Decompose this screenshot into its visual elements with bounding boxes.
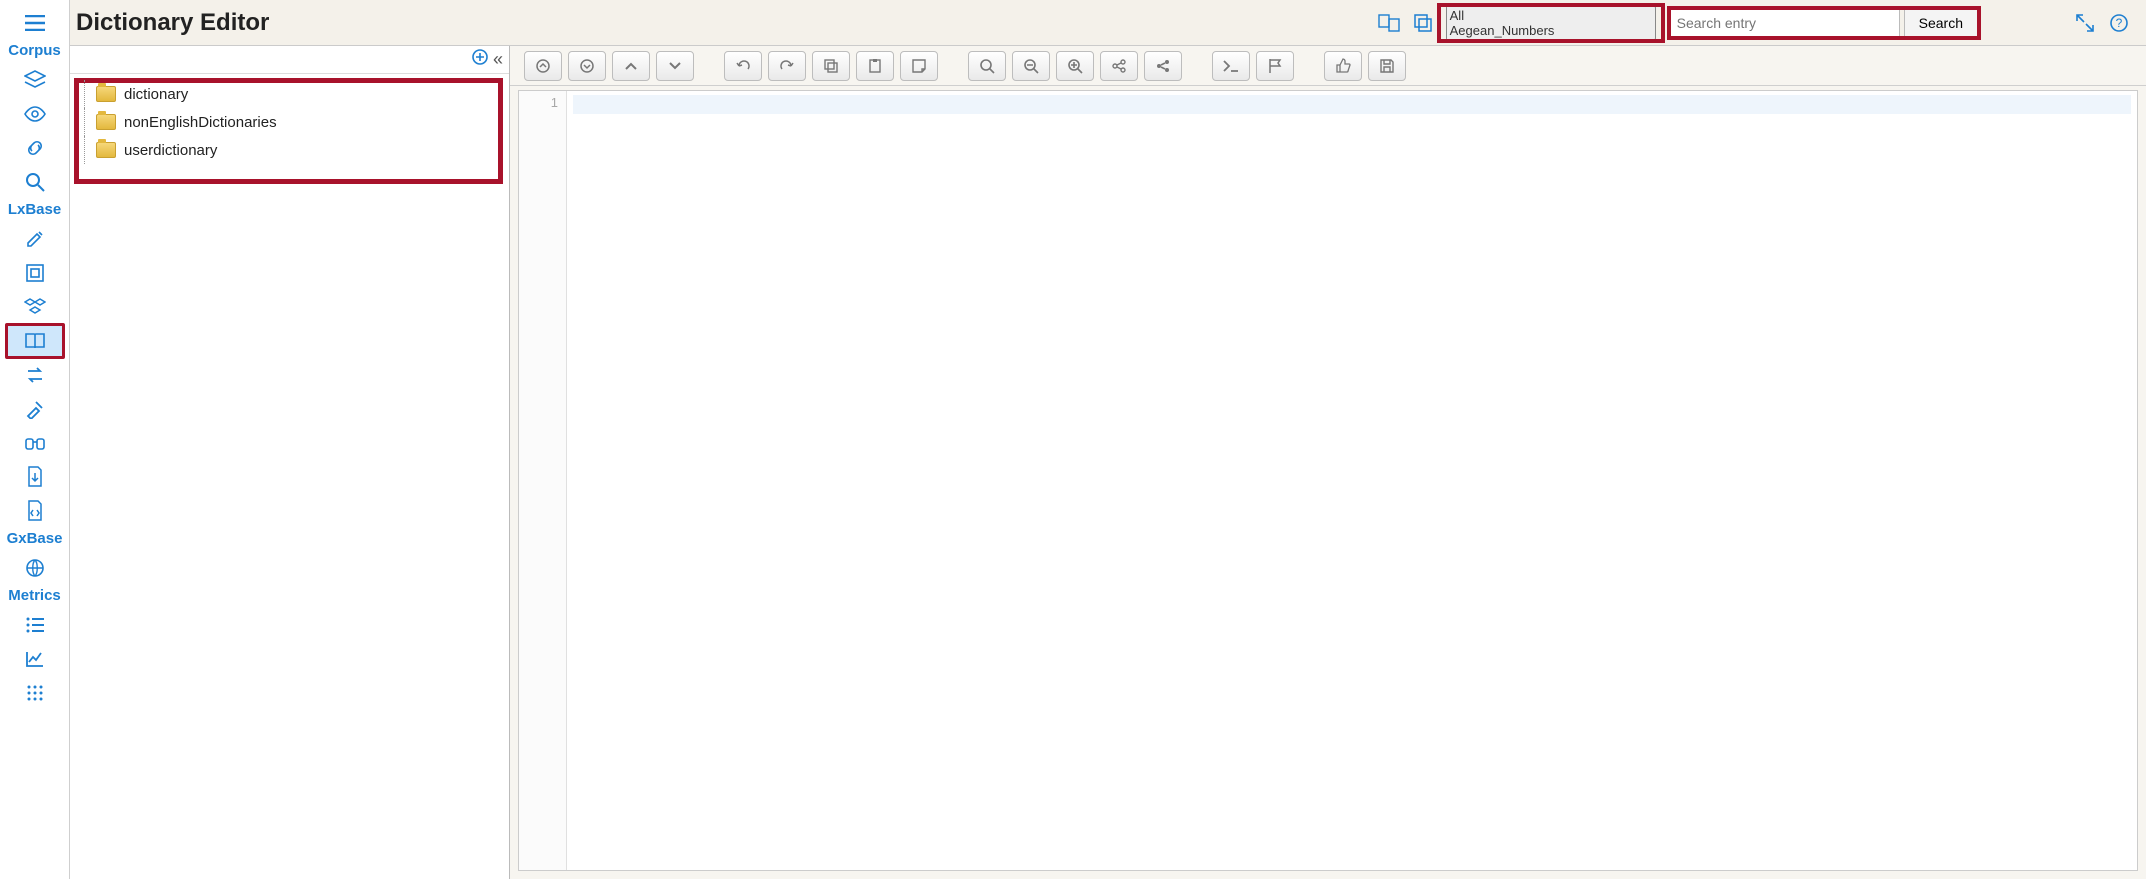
- sidebar-section-corpus: Corpus: [8, 42, 61, 59]
- folder-icon: [96, 114, 116, 130]
- tree-item-label: userdictionary: [124, 142, 217, 159]
- gavel-icon[interactable]: [6, 392, 64, 426]
- zoom-icon[interactable]: [968, 51, 1006, 81]
- collapse-panel-icon[interactable]: «: [493, 49, 503, 70]
- filter-select[interactable]: All Aegean_Numbers All Aegean_Numbers: [1446, 6, 1656, 40]
- code-editor[interactable]: 1: [518, 90, 2138, 871]
- editor-toolbar: [510, 46, 2146, 86]
- circle-down-icon[interactable]: [568, 51, 606, 81]
- frame-icon[interactable]: [6, 256, 64, 290]
- binoculars-icon[interactable]: [6, 426, 64, 460]
- page-title: Dictionary Editor: [76, 9, 269, 37]
- help-icon[interactable]: ?: [2104, 8, 2134, 38]
- tree-item-label: dictionary: [124, 86, 188, 103]
- tree-item-dictionary[interactable]: dictionary: [78, 80, 501, 108]
- search-input[interactable]: [1670, 9, 1900, 37]
- folder-icon: [96, 86, 116, 102]
- sidebar-section-lxbase: LxBase: [8, 201, 61, 218]
- terminal-icon[interactable]: [1212, 51, 1250, 81]
- expand-icon[interactable]: [2070, 8, 2100, 38]
- paste-icon[interactable]: [856, 51, 894, 81]
- chart-icon[interactable]: [6, 642, 64, 676]
- list-icon[interactable]: [6, 608, 64, 642]
- copy-icon[interactable]: [1408, 8, 1438, 38]
- folder-icon: [96, 142, 116, 158]
- editor-area: 1: [510, 46, 2146, 879]
- undo-icon[interactable]: [724, 51, 762, 81]
- translate-icon[interactable]: [1374, 8, 1404, 38]
- chevron-down-icon[interactable]: [656, 51, 694, 81]
- flag-icon[interactable]: [1256, 51, 1294, 81]
- thumbs-up-icon[interactable]: [1324, 51, 1362, 81]
- circle-up-icon[interactable]: [524, 51, 562, 81]
- note-icon[interactable]: [900, 51, 938, 81]
- sidebar-section-metrics: Metrics: [8, 587, 61, 604]
- header-bar: Dictionary Editor All Aegean_Numbers All…: [70, 0, 2146, 46]
- share-fill-icon[interactable]: [1144, 51, 1182, 81]
- zoom-in-icon[interactable]: [1056, 51, 1094, 81]
- svg-text:?: ?: [2116, 16, 2123, 30]
- tree-item-nonenglish[interactable]: nonEnglishDictionaries: [78, 108, 501, 136]
- zoom-out-icon[interactable]: [1012, 51, 1050, 81]
- layers-icon[interactable]: [6, 63, 64, 97]
- globe-icon[interactable]: [6, 551, 64, 585]
- tree-panel: « dictionary nonEnglishDictionaries user…: [70, 46, 510, 879]
- chevron-up-icon[interactable]: [612, 51, 650, 81]
- left-sidebar: Corpus LxBase GxBase Metrics: [0, 0, 70, 879]
- link-icon[interactable]: [6, 131, 64, 165]
- tree-item-userdictionary[interactable]: userdictionary: [78, 136, 501, 164]
- add-icon[interactable]: [471, 48, 489, 71]
- search-icon[interactable]: [6, 165, 64, 199]
- copy-button-icon[interactable]: [812, 51, 850, 81]
- retweet-icon[interactable]: [6, 358, 64, 392]
- dots-icon[interactable]: [6, 676, 64, 710]
- file-download-icon[interactable]: [6, 460, 64, 494]
- menu-icon[interactable]: [6, 6, 64, 40]
- cubes-icon[interactable]: [6, 290, 64, 324]
- tree-item-label: nonEnglishDictionaries: [124, 114, 277, 131]
- line-number: 1: [519, 95, 558, 110]
- editor-current-line: [573, 95, 2131, 114]
- book-icon[interactable]: [6, 324, 64, 358]
- eye-icon[interactable]: [6, 97, 64, 131]
- edit-icon[interactable]: [6, 222, 64, 256]
- sidebar-section-gxbase: GxBase: [7, 530, 63, 547]
- search-button[interactable]: Search: [1904, 9, 1978, 37]
- file-code-icon[interactable]: [6, 494, 64, 528]
- save-icon[interactable]: [1368, 51, 1406, 81]
- line-gutter: 1: [519, 91, 567, 870]
- redo-icon[interactable]: [768, 51, 806, 81]
- share-icon[interactable]: [1100, 51, 1138, 81]
